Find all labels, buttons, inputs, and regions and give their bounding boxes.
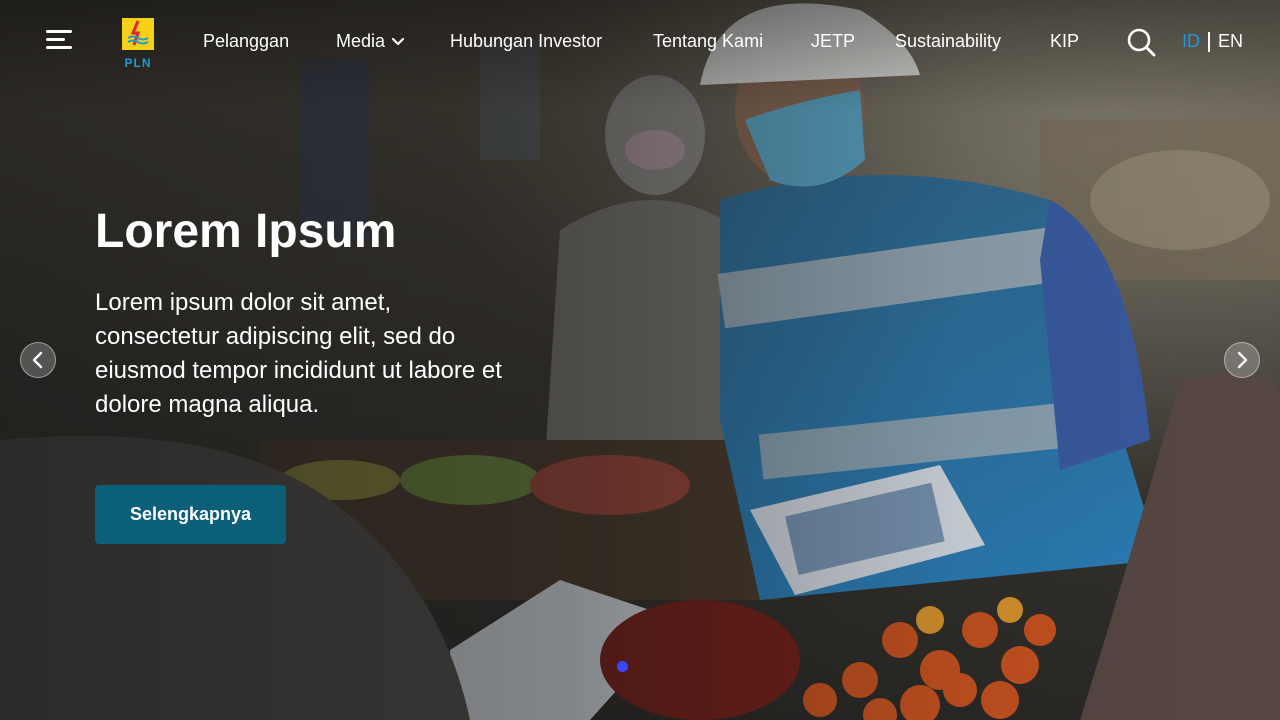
lang-divider (1208, 31, 1210, 52)
language-switcher: ID EN (1182, 31, 1243, 52)
carousel-dot-active[interactable] (617, 661, 628, 672)
nav-item-tentang-kami[interactable]: Tentang Kami (653, 31, 763, 52)
nav-item-sustainability[interactable]: Sustainability (895, 31, 1001, 52)
chevron-down-icon (391, 37, 405, 45)
chevron-left-icon (32, 351, 43, 369)
chevron-right-icon (1237, 351, 1248, 369)
site-header: PLN Pelanggan Media Hubungan Investor Te… (0, 0, 1280, 84)
nav-item-media[interactable]: Media (336, 31, 405, 52)
lang-option-id[interactable]: ID (1182, 31, 1200, 52)
lang-option-en[interactable]: EN (1218, 31, 1243, 52)
carousel-next-button[interactable] (1224, 342, 1260, 378)
selengkapnya-button[interactable]: Selengkapnya (95, 485, 286, 544)
hero-title: Lorem Ipsum (95, 205, 397, 258)
carousel-prev-button[interactable] (20, 342, 56, 378)
nav-item-jetp[interactable]: JETP (811, 31, 855, 52)
logo-text: PLN (124, 56, 152, 70)
carousel-indicators (617, 661, 628, 672)
hero-banner: PLN Pelanggan Media Hubungan Investor Te… (0, 0, 1280, 720)
hero-description: Lorem ipsum dolor sit amet, consectetur … (95, 289, 502, 418)
pln-logo-mark (122, 18, 154, 50)
nav-item-hubungan-investor[interactable]: Hubungan Investor (450, 31, 602, 52)
search-icon[interactable] (1125, 26, 1157, 58)
pln-logo[interactable]: PLN (121, 18, 155, 70)
nav-item-media-label: Media (336, 31, 386, 51)
hamburger-menu-icon[interactable] (46, 30, 74, 52)
nav-item-pelanggan[interactable]: Pelanggan (203, 31, 289, 52)
nav-item-kip[interactable]: KIP (1050, 31, 1079, 52)
